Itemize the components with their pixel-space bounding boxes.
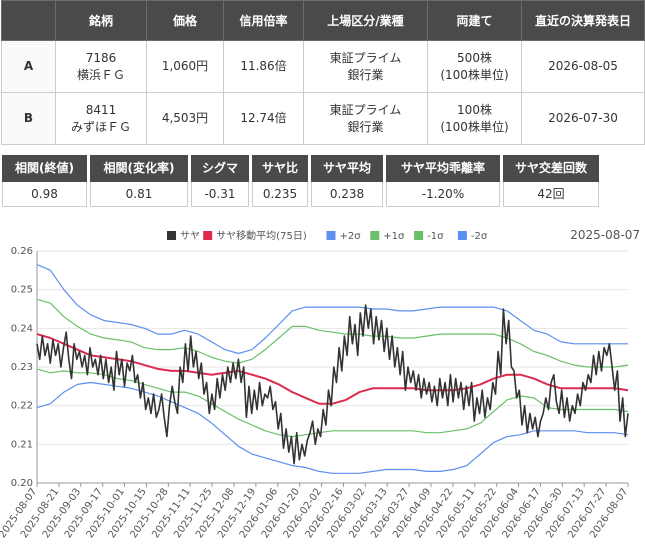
chart-series	[36, 263, 629, 474]
margin-ratio-cell: 11.86倍	[223, 40, 304, 93]
industry-text: 銀行業	[347, 67, 384, 82]
chart-legend: サヤ サヤ移動平均(75日) +2σ +1σ -1σ -2σ	[167, 229, 488, 242]
stat-label: サヤ比	[252, 155, 308, 182]
table-row: A 7186 横浜ＦＧ 1,060円 11.86倍 東証プライム 銀行業 500株 (…	[1, 40, 645, 93]
header-margin-ratio: 信用倍率	[223, 0, 304, 41]
hedge-cell: 100株 (100株単位)	[427, 92, 522, 145]
header-earnings-date: 直近の決算発表日	[521, 0, 645, 41]
table-row: B 8411 みずほＦＧ 4,503円 12.74倍 東証プライム 銀行業 100株…	[1, 92, 645, 145]
header-blank	[1, 0, 56, 41]
legend-label[interactable]: -1σ	[427, 231, 444, 242]
stat-correlation-close: 相関(終値) 0.98	[2, 155, 87, 207]
legend-swatch	[326, 231, 336, 240]
market-text: 東証プライム	[329, 102, 402, 117]
stat-value: -1.20%	[386, 182, 500, 207]
stat-spread-ratio: サヤ比 0.235	[252, 155, 308, 207]
stat-label: 相関(終値)	[2, 155, 87, 182]
legend-label[interactable]: サヤ移動平均(75日)	[216, 229, 307, 242]
unit-text: (100株単位)	[440, 119, 509, 134]
stock-code: 7186	[85, 50, 117, 65]
legend-swatch	[414, 231, 424, 240]
legend-label[interactable]: サヤ	[180, 230, 200, 242]
legend-swatch	[457, 231, 467, 240]
y-tick-label: 0.22	[11, 401, 33, 412]
header-market: 上場区分/業種	[303, 0, 428, 41]
stat-value: 42回	[503, 182, 599, 207]
stat-cross-count: サヤ交差回数 42回	[503, 155, 599, 207]
stock-code: 8411	[85, 102, 117, 117]
market-cell: 東証プライム 銀行業	[303, 92, 428, 145]
margin-ratio-cell: 12.74倍	[223, 92, 304, 145]
legend-label[interactable]: +2σ	[340, 231, 362, 242]
row-label: B	[1, 92, 56, 145]
hedge-shares: 100株	[457, 102, 492, 117]
stat-sigma: シグマ -0.31	[191, 155, 249, 207]
legend-label[interactable]: +1σ	[383, 231, 405, 242]
y-tick-label: 0.21	[11, 439, 33, 450]
unit-text: (100株単位)	[440, 67, 509, 82]
legend-swatch	[167, 231, 176, 240]
y-tick-label: 0.26	[11, 246, 33, 257]
hedge-cell: 500株 (100株単位)	[427, 40, 522, 93]
market-text: 東証プライム	[329, 50, 402, 65]
stat-label: 相関(変化率)	[90, 155, 188, 182]
stock-cell[interactable]: 8411 みずほＦＧ	[55, 92, 147, 145]
market-cell: 東証プライム 銀行業	[303, 40, 428, 93]
header-hedge: 両建て	[427, 0, 522, 41]
y-tick-label: 0.24	[11, 323, 33, 334]
stat-spread-deviation: サヤ平均乖離率 -1.20%	[386, 155, 500, 207]
legend-label[interactable]: -2σ	[471, 231, 488, 242]
stat-label: サヤ交差回数	[503, 155, 599, 182]
series-plus1sigma	[36, 298, 629, 368]
stat-value: 0.81	[90, 182, 188, 207]
legend-swatch	[203, 231, 213, 240]
series-plus2sigma	[36, 263, 628, 355]
table-header-row: 銘柄 価格 信用倍率 上場区分/業種 両建て 直近の決算発表日	[1, 0, 645, 41]
stat-value: 0.235	[252, 182, 308, 207]
stat-value: 0.238	[311, 182, 383, 207]
series-spread	[36, 304, 629, 465]
price-cell: 4,503円	[146, 92, 224, 145]
header-price: 価格	[146, 0, 224, 41]
stat-label: サヤ平均	[311, 155, 383, 182]
stat-value: 0.98	[2, 182, 87, 207]
y-tick-label: 0.23	[11, 362, 33, 373]
chart-grid	[37, 250, 628, 484]
earnings-date-cell: 2026-07-30	[521, 92, 645, 145]
comparison-table: 銘柄 価格 信用倍率 上場区分/業種 両建て 直近の決算発表日 A 7186 横浜…	[1, 0, 645, 145]
stock-cell[interactable]: 7186 横浜ＦＧ	[55, 40, 147, 93]
stat-value: -0.31	[191, 182, 249, 207]
spread-chart: サヤ サヤ移動平均(75日) +2σ +1σ -1σ -2σ 2025-08-07 0.2…	[0, 228, 640, 540]
industry-text: 銀行業	[347, 119, 384, 134]
stat-spread-average: サヤ平均 0.238	[311, 155, 383, 207]
hedge-shares: 500株	[457, 50, 492, 65]
header-stock: 銘柄	[55, 0, 147, 41]
x-axis: 2025-08-072025-08-212025-09-032025-09-17…	[0, 483, 630, 540]
stock-name: みずほＦＧ	[70, 119, 131, 134]
y-tick-label: 0.25	[11, 285, 33, 296]
price-cell: 1,060円	[146, 40, 224, 93]
legend-swatch	[370, 231, 380, 240]
earnings-date-cell: 2026-08-05	[521, 40, 645, 93]
stock-name: 横浜ＦＧ	[76, 67, 125, 82]
chart-date-label: 2025-08-07	[570, 228, 640, 242]
row-label: A	[1, 40, 56, 93]
stat-correlation-change: 相関(変化率) 0.81	[90, 155, 188, 207]
stat-label: シグマ	[191, 155, 249, 182]
stat-label: サヤ平均乖離率	[386, 155, 500, 182]
